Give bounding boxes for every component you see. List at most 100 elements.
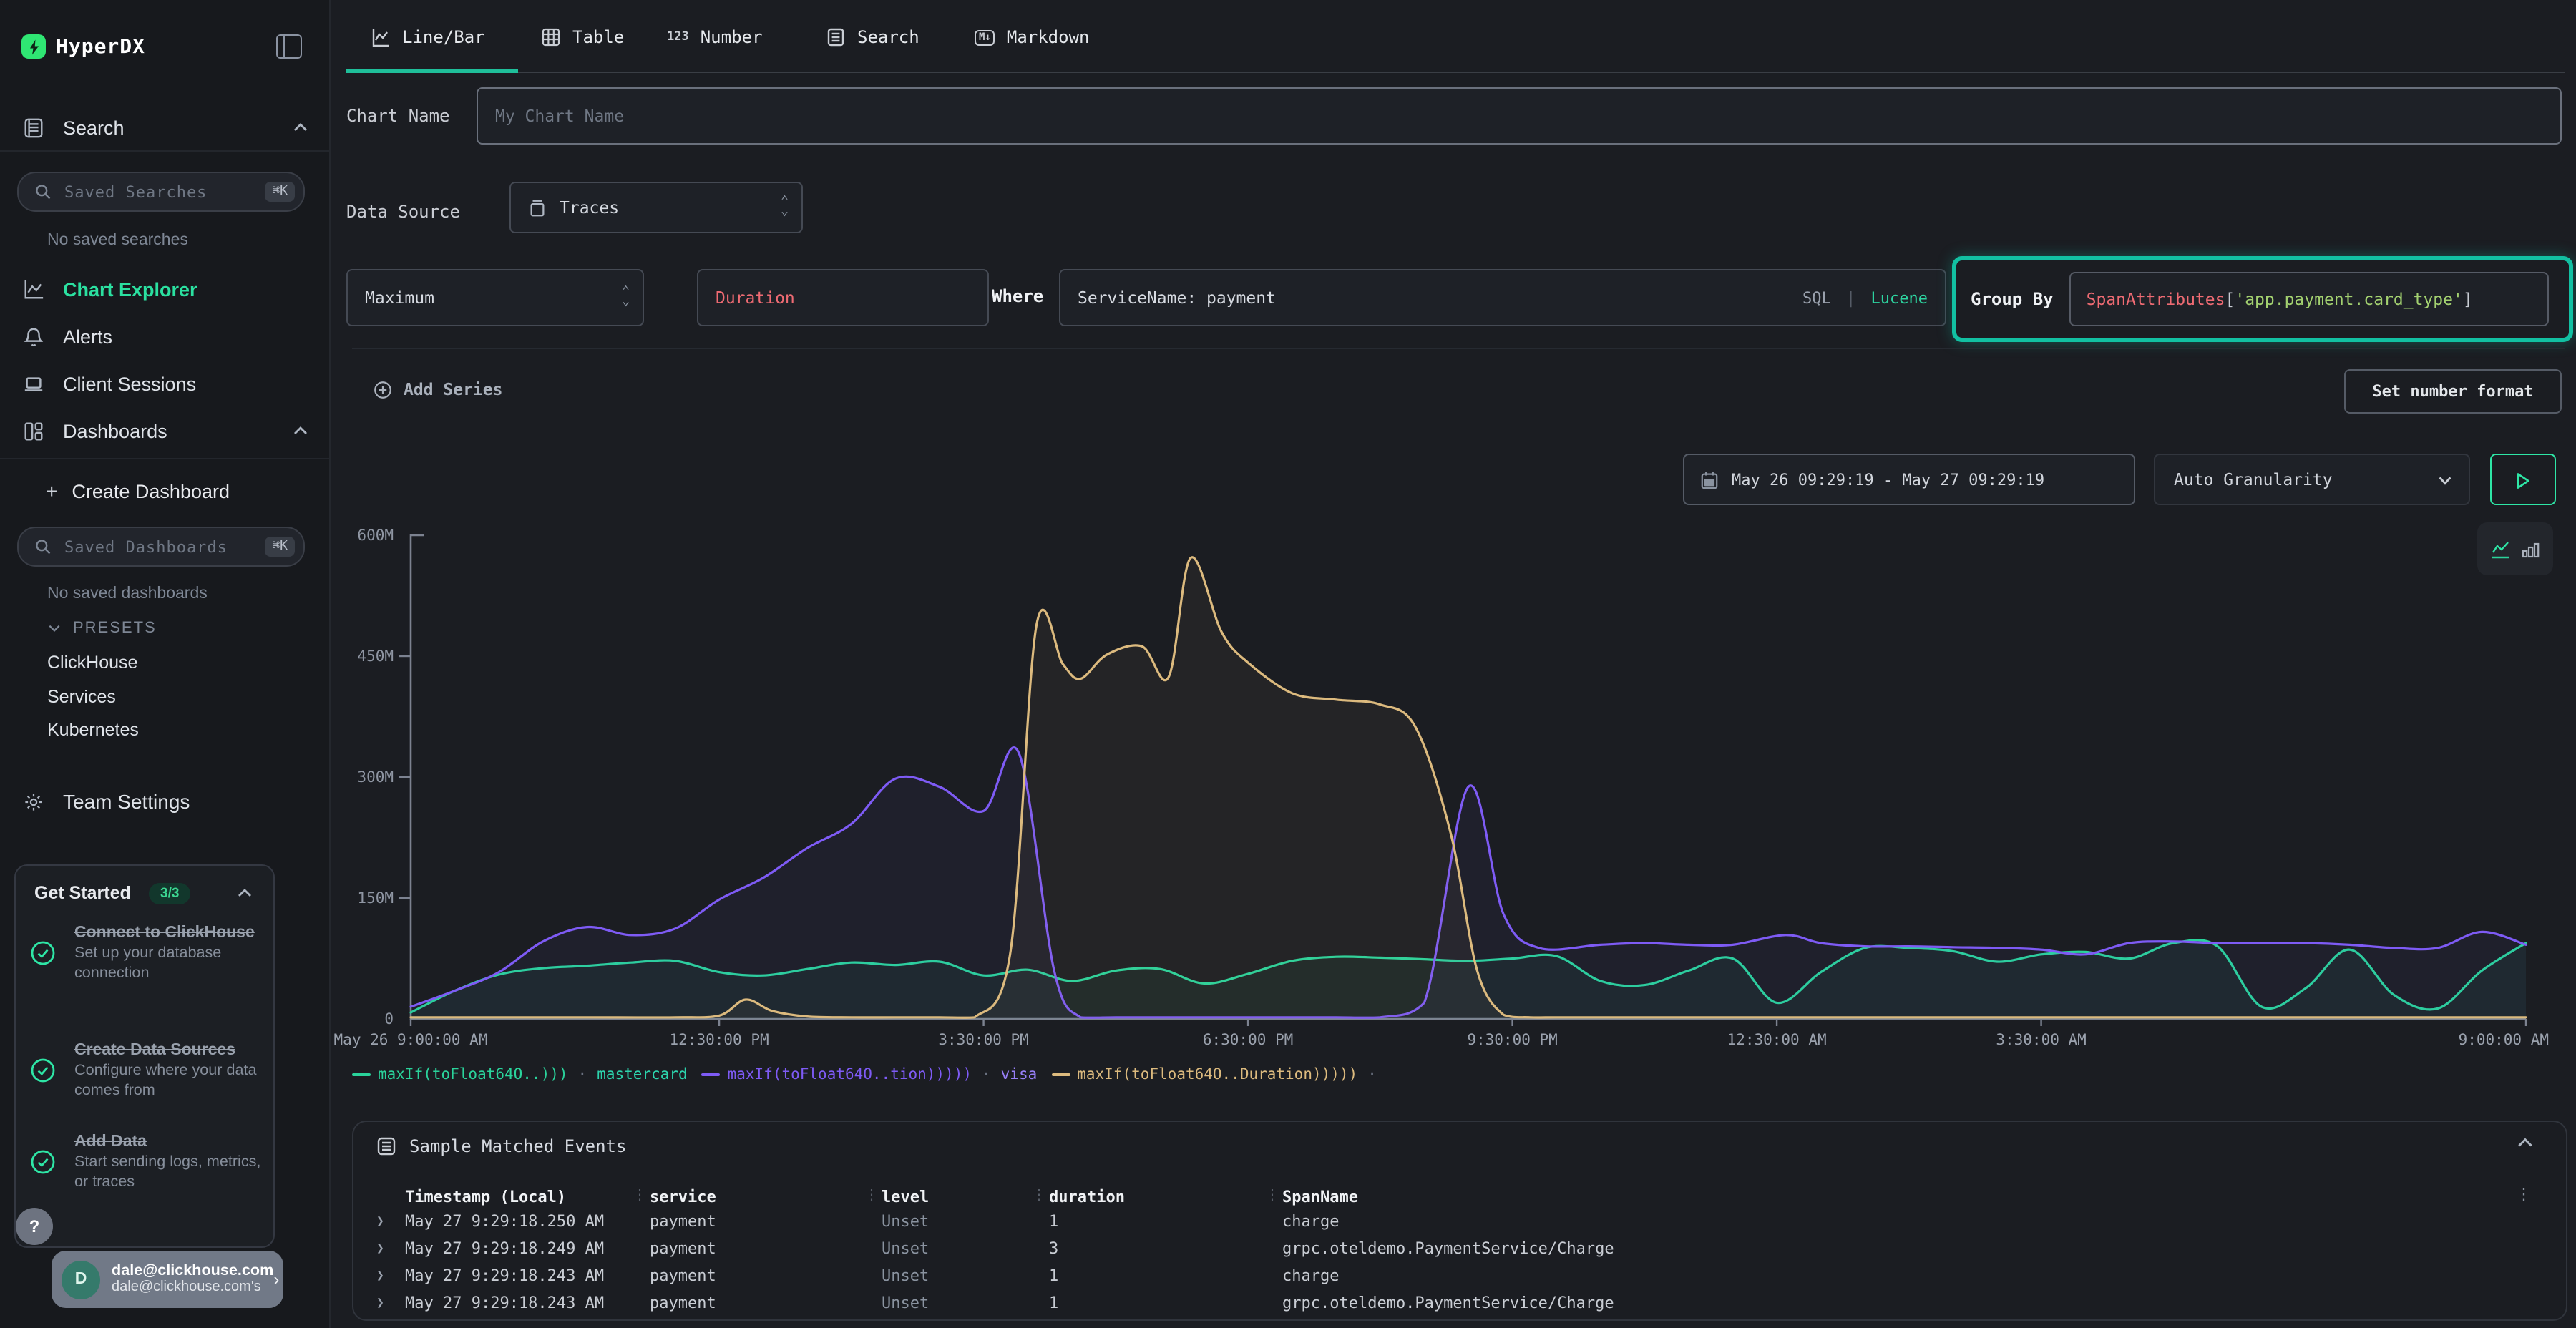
event-row[interactable]: ❯May 27 9:29:18.250 AMpaymentUnset1charg… — [376, 1208, 2509, 1235]
kebab-menu-icon[interactable]: ⋮ — [2516, 1185, 2532, 1204]
gear-icon — [23, 791, 44, 812]
table-icon — [541, 27, 561, 47]
expand-row-icon[interactable]: ❯ — [376, 1214, 405, 1229]
event-cell: payment — [650, 1294, 882, 1312]
legend-group-name[interactable]: visa — [1001, 1066, 1038, 1083]
get-started-item[interactable]: Create Data Sources Configure where your… — [30, 1040, 262, 1101]
svg-text:May 26 9:00:00 AM: May 26 9:00:00 AM — [334, 1031, 488, 1048]
column-header-timestamp-local-[interactable]: Timestamp (Local) — [405, 1188, 650, 1206]
svg-text:600M: 600M — [357, 527, 394, 544]
check-circle-icon — [30, 1058, 56, 1083]
granularity-select[interactable]: Auto Granularity — [2154, 454, 2470, 505]
legend-separator: · — [982, 1066, 991, 1083]
event-cell: grpc.oteldemo.PaymentService/Charge — [1282, 1239, 2509, 1258]
legend-series-expression[interactable]: maxIf(toFloat64O..Duration))))) — [1077, 1066, 1357, 1083]
sidebar-item-team-settings[interactable]: Team Settings — [0, 784, 329, 819]
events-table-body: ❯May 27 9:29:18.250 AMpaymentUnset1charg… — [376, 1208, 2509, 1317]
column-header-service[interactable]: service — [650, 1188, 882, 1206]
no-saved-searches-text: No saved searches — [47, 232, 188, 249]
sidebar-item-client-sessions[interactable]: Client Sessions — [0, 366, 329, 401]
where-input[interactable] — [1060, 288, 1724, 308]
aggregation-select[interactable]: Maximum ⌃⌄ — [346, 269, 644, 326]
column-header-level[interactable]: level — [882, 1188, 1049, 1206]
tab-table[interactable]: Table — [541, 20, 624, 54]
sidebar-item-alerts[interactable]: Alerts — [0, 319, 329, 353]
tab-markdown[interactable]: M↓ Markdown — [975, 20, 1089, 54]
chevron-up-icon — [292, 119, 309, 136]
tab-number[interactable]: 123 Number — [667, 20, 762, 54]
column-header-spanname[interactable]: SpanName — [1282, 1188, 2509, 1206]
legend-series-expression[interactable]: maxIf(toFloat64O..))) — [378, 1066, 568, 1083]
event-cell: 1 — [1049, 1294, 1282, 1312]
preset-services[interactable]: Services — [47, 687, 116, 707]
legend-dash-icon — [1051, 1073, 1070, 1076]
saved-dashboards-input[interactable]: Saved Dashboards ⌘K — [17, 527, 305, 567]
journal-icon — [23, 117, 44, 138]
preset-clickhouse[interactable]: ClickHouse — [47, 653, 137, 673]
add-series-button[interactable]: Add Series — [374, 379, 503, 399]
line-chart-toggle-icon[interactable] — [2490, 538, 2512, 560]
sql-mode-button[interactable]: SQL — [1802, 288, 1831, 307]
chart-name-input[interactable] — [478, 106, 2560, 126]
get-started-item[interactable]: Connect to ClickHouse Set up your databa… — [30, 923, 262, 984]
where-label: Where — [992, 286, 1043, 306]
expand-row-icon[interactable]: ❯ — [376, 1269, 405, 1283]
svg-text:450M: 450M — [357, 648, 394, 665]
event-cell: May 27 9:29:18.243 AM — [405, 1266, 650, 1285]
active-tab-indicator — [346, 69, 518, 73]
field-select[interactable]: Duration — [697, 269, 989, 326]
expand-row-icon[interactable]: ❯ — [376, 1241, 405, 1256]
column-header-duration[interactable]: duration — [1049, 1188, 1282, 1206]
get-started-card: Get Started 3/3 Connect to ClickHouse Se… — [14, 864, 275, 1248]
chevron-updown-icon: ⌃⌄ — [781, 197, 789, 218]
chart-type-toggle — [2477, 522, 2553, 575]
svg-text:300M: 300M — [357, 768, 394, 786]
chevron-up-icon[interactable] — [236, 884, 253, 902]
collapse-sidebar-icon[interactable] — [276, 34, 302, 59]
date-range-picker[interactable]: May 26 09:29:19 - May 27 09:29:19 — [1683, 454, 2135, 505]
expand-row-icon[interactable]: ❯ — [376, 1296, 405, 1310]
bar-chart-toggle-icon[interactable] — [2522, 540, 2540, 558]
divider — [0, 150, 329, 152]
svg-text:150M: 150M — [357, 889, 394, 907]
collapse-panel-icon[interactable] — [2516, 1133, 2534, 1152]
legend-separator: · — [1367, 1066, 1377, 1083]
lucene-mode-button[interactable]: Lucene — [1871, 288, 1928, 307]
svg-text:0: 0 — [384, 1010, 394, 1027]
legend-dash-icon — [352, 1073, 371, 1076]
grid-icon — [23, 420, 44, 441]
event-row[interactable]: ❯May 27 9:29:18.243 AMpaymentUnset1grpc.… — [376, 1289, 2509, 1317]
event-row[interactable]: ❯May 27 9:29:18.249 AMpaymentUnset3grpc.… — [376, 1235, 2509, 1262]
sidebar-item-chart-explorer[interactable]: Chart Explorer — [0, 272, 329, 306]
chart-name-field — [477, 87, 2562, 145]
legend-series-expression[interactable]: maxIf(toFloat64O..tion))))) — [728, 1066, 972, 1083]
search-icon — [34, 538, 52, 555]
event-cell: 3 — [1049, 1239, 1282, 1258]
event-cell: Unset — [882, 1212, 1049, 1231]
create-dashboard-button[interactable]: + Create Dashboard — [0, 474, 329, 508]
sidebar-item-dashboards[interactable]: Dashboards — [0, 414, 329, 448]
help-button[interactable]: ? — [16, 1208, 53, 1245]
sidebar: HyperDX Search Saved Searches ⌘K No save… — [0, 0, 331, 1328]
set-number-format-button[interactable]: Set number format — [2344, 369, 2562, 414]
sidebar-section-search[interactable]: Search — [0, 110, 329, 145]
preset-kubernetes[interactable]: Kubernetes — [47, 720, 139, 740]
saved-searches-input[interactable]: Saved Searches ⌘K — [17, 172, 305, 212]
markdown-icon: M↓ — [975, 29, 995, 45]
user-menu[interactable]: D dale@clickhouse.com dale@clickhouse.co… — [52, 1251, 283, 1308]
group-by-field[interactable]: SpanAttributes['app.payment.card_type'] — [2069, 272, 2549, 326]
tab-search[interactable]: Search — [826, 20, 919, 54]
tab-line-bar[interactable]: Line/Bar — [371, 20, 485, 54]
get-started-item[interactable]: Add Data Start sending logs, metrics, or… — [30, 1132, 262, 1193]
presets-header[interactable]: PRESETS — [47, 620, 157, 637]
chevron-updown-icon: ⌃⌄ — [622, 288, 630, 308]
chart-line-icon — [23, 278, 44, 300]
event-row[interactable]: ❯May 27 9:29:18.243 AMpaymentUnset1charg… — [376, 1262, 2509, 1289]
data-source-select[interactable]: Traces ⌃⌄ — [509, 182, 803, 233]
event-cell: 1 — [1049, 1212, 1282, 1231]
legend-group-name[interactable]: mastercard — [597, 1066, 687, 1083]
shortcut-badge: ⌘K — [265, 182, 295, 202]
app-root: HyperDX Search Saved Searches ⌘K No save… — [0, 0, 2576, 1328]
run-query-button[interactable] — [2490, 454, 2556, 505]
chart-legend: maxIf(toFloat64O..))) · mastercard maxIf(to… — [352, 1066, 1387, 1083]
